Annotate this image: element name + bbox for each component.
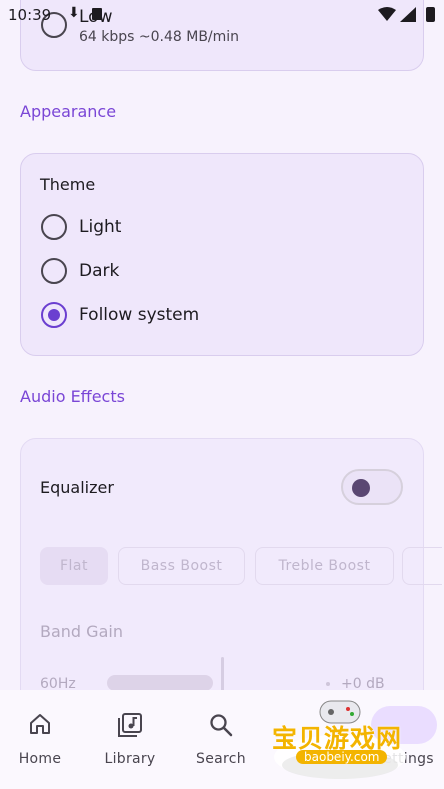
signal-icon — [400, 7, 416, 22]
theme-light-label: Light — [79, 217, 122, 237]
theme-dark-label: Dark — [79, 261, 120, 281]
theme-card-title: Theme — [40, 175, 96, 194]
nav-item-library[interactable]: Library — [85, 690, 175, 789]
equalizer-label: Equalizer — [40, 478, 114, 497]
nav-label-home: Home — [18, 751, 62, 767]
status-bar: 10:39 ⬇ — [0, 0, 444, 32]
battery-icon — [426, 7, 435, 22]
theme-card: Theme Light Dark Follow system — [20, 153, 424, 356]
equalizer-toggle[interactable] — [341, 469, 403, 505]
preset-chip-flat[interactable]: Flat — [40, 547, 108, 585]
nav-label-search: Search — [196, 751, 246, 767]
theme-system-radio[interactable] — [41, 302, 67, 328]
wifi-icon — [378, 7, 396, 21]
home-icon — [0, 712, 85, 736]
download-icon: ⬇ — [68, 5, 80, 21]
preset-chip-bass-boost[interactable]: Bass Boost — [118, 547, 245, 585]
appearance-section-title: Appearance — [20, 102, 117, 121]
band-gain-title: Band Gain — [40, 622, 123, 641]
nav-label-library: Library — [104, 751, 156, 767]
watermark-url: baobeiy.com — [296, 750, 388, 764]
preset-chip-partial[interactable] — [402, 547, 442, 585]
toggle-thumb — [352, 479, 370, 497]
status-time: 10:39 — [8, 6, 52, 24]
theme-light-radio[interactable] — [41, 214, 67, 240]
band-slider-dot — [326, 682, 330, 686]
nav-item-search[interactable]: Search — [176, 690, 266, 789]
search-icon — [176, 712, 266, 738]
nav-item-home[interactable]: Home — [0, 690, 85, 789]
theme-system-label: Follow system — [79, 305, 200, 325]
theme-dark-radio[interactable] — [41, 258, 67, 284]
audio-effects-section-title: Audio Effects — [20, 387, 125, 406]
library-icon — [85, 712, 175, 738]
preset-chip-treble-boost[interactable]: Treble Boost — [255, 547, 394, 585]
watermark-logo: 宝贝游戏网 baobeiy.com — [268, 695, 418, 785]
band-slider-track[interactable] — [107, 675, 213, 691]
sd-card-icon — [92, 8, 102, 20]
